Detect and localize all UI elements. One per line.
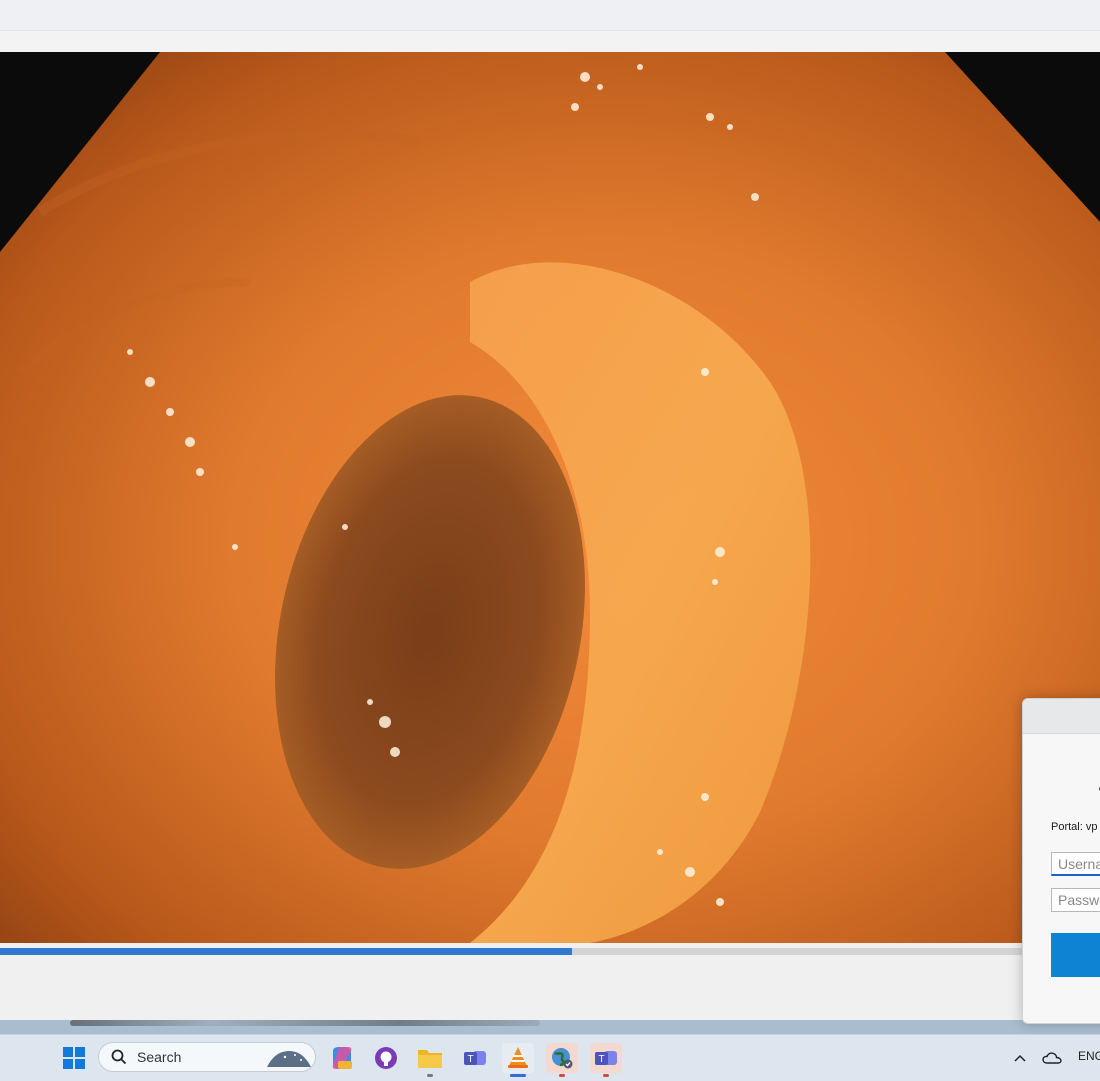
seek-track[interactable] <box>0 948 1100 955</box>
vpn-login-dialog: Portal: vp Userna Passwo <box>1022 698 1100 1024</box>
player-controls-area <box>0 960 1100 1022</box>
cloud-icon <box>1042 1052 1062 1064</box>
active-indicator <box>510 1074 526 1077</box>
password-input[interactable]: Passwo <box>1051 888 1100 912</box>
username-input[interactable]: Userna <box>1051 852 1100 876</box>
show-hidden-icons-button[interactable] <box>1006 1043 1034 1073</box>
github-icon <box>375 1047 397 1069</box>
taskbar-search[interactable]: Search <box>98 1042 316 1072</box>
teams-button[interactable]: T <box>459 1043 491 1073</box>
username-placeholder: Userna <box>1058 856 1100 872</box>
taskbar: Search T T ENG <box>0 1034 1100 1081</box>
chevron-up-icon <box>1014 1054 1026 1062</box>
windows-start-button[interactable] <box>58 1043 90 1073</box>
teams-icon: T <box>464 1051 486 1065</box>
windows-start-icon <box>63 1047 85 1069</box>
window-bottom-edge <box>0 1020 1100 1034</box>
seek-bar[interactable] <box>0 943 1100 960</box>
alert-indicator <box>559 1074 565 1077</box>
connect-button[interactable] <box>1051 933 1100 977</box>
vlc-icon <box>508 1047 528 1068</box>
search-icon <box>111 1049 127 1065</box>
copilot-button[interactable] <box>326 1043 358 1073</box>
video-frame[interactable] <box>0 52 1100 943</box>
copilot-icon <box>332 1047 352 1069</box>
vlc-button[interactable] <box>502 1043 534 1077</box>
seek-progress <box>0 948 572 955</box>
alert-indicator <box>603 1074 609 1077</box>
desktop-wallpaper-detail <box>70 1020 540 1026</box>
portal-label: Portal: vp <box>1051 821 1098 833</box>
search-label: Search <box>137 1049 182 1065</box>
vpn-client-button[interactable] <box>546 1043 578 1077</box>
svg-text:T: T <box>598 1054 604 1065</box>
vpn-globe-icon <box>552 1048 573 1069</box>
file-explorer-button[interactable] <box>414 1043 446 1077</box>
window-menu-strip <box>0 31 1100 52</box>
teams-work-button[interactable]: T <box>590 1043 622 1077</box>
running-indicator <box>427 1074 433 1077</box>
language-indicator[interactable]: ENG <box>1078 1049 1100 1063</box>
password-placeholder: Passwo <box>1058 892 1100 908</box>
window-title-bar <box>0 0 1100 31</box>
github-desktop-button[interactable] <box>370 1043 402 1073</box>
search-highlight-icon <box>267 1051 311 1067</box>
svg-text:T: T <box>467 1054 473 1065</box>
endoscopy-image <box>0 52 1100 943</box>
onedrive-button[interactable] <box>1038 1043 1066 1073</box>
file-explorer-icon <box>418 1050 442 1068</box>
dialog-title-bar[interactable] <box>1023 699 1100 734</box>
teams-work-icon: T <box>595 1051 617 1065</box>
